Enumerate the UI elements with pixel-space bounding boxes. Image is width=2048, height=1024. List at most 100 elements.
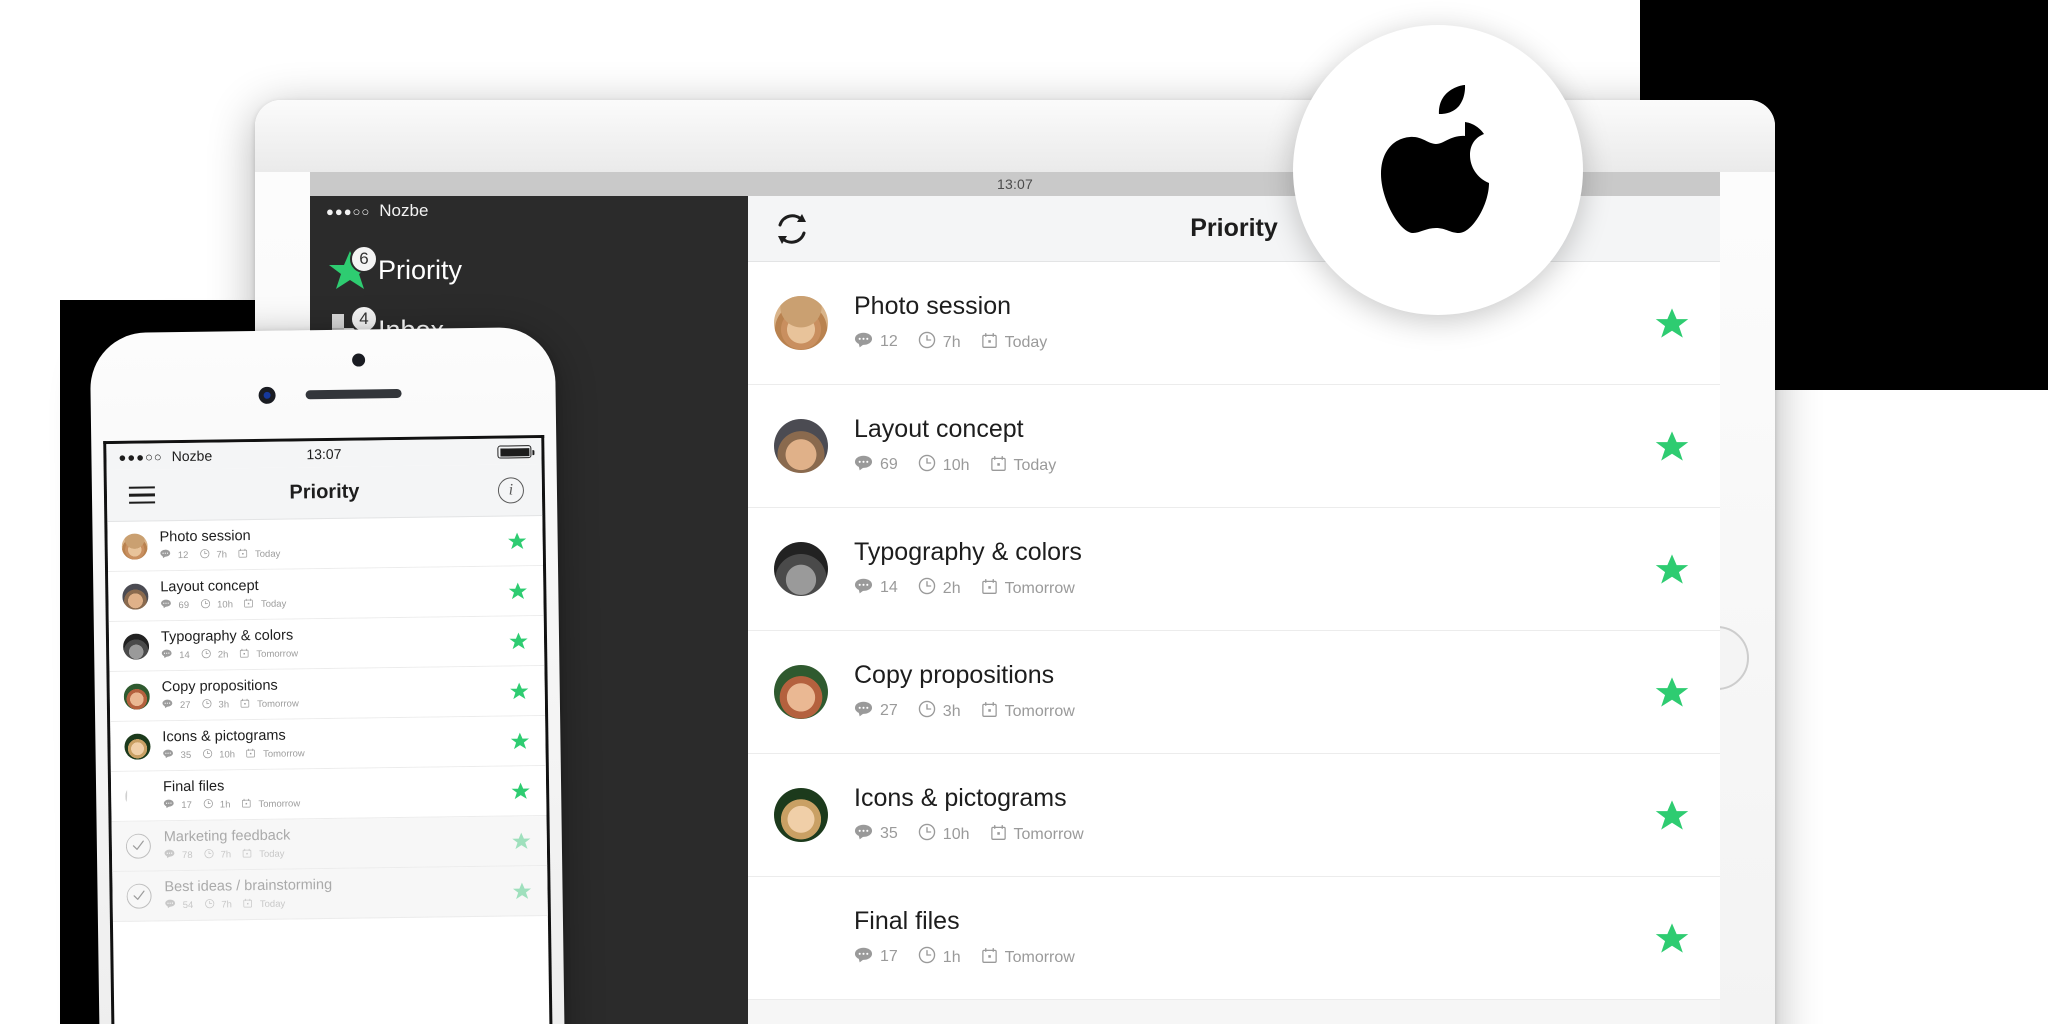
star-toggle[interactable] bbox=[1650, 798, 1694, 832]
task-name: Typography & colors bbox=[854, 538, 1082, 566]
time-estimate: 7h bbox=[221, 899, 232, 911]
list-item[interactable]: Layout concept 69 10h Today bbox=[108, 565, 544, 623]
time-estimate: 1h bbox=[942, 948, 961, 966]
tablet-sidebar-statusbar: ●●●○○ Nozbe bbox=[310, 196, 748, 226]
avatar bbox=[123, 682, 150, 710]
task-meta: 27 3h Tomorrow bbox=[162, 694, 507, 712]
list-item[interactable]: Typography & colors 14 2h Tomorrow bbox=[108, 615, 545, 673]
task-meta: 27 3h Tomorrow bbox=[854, 700, 1650, 723]
task-name: Final files bbox=[162, 778, 225, 796]
due-date: Today bbox=[259, 848, 285, 860]
clock-icon bbox=[199, 549, 209, 562]
calendar-icon bbox=[981, 332, 998, 354]
task-name: Marketing feedback bbox=[163, 827, 291, 846]
comment-icon bbox=[854, 947, 873, 968]
comment-count: 54 bbox=[182, 899, 194, 912]
calendar-icon bbox=[239, 648, 249, 661]
table-row[interactable]: Icons & pictograms 35 10h Tomorrow bbox=[748, 754, 1720, 877]
list-item[interactable]: Final files 17 1h Tomorrow bbox=[110, 765, 547, 823]
calendar-icon bbox=[981, 578, 998, 600]
clock-icon bbox=[202, 749, 212, 762]
apple-logo-icon bbox=[1363, 78, 1513, 263]
task-checkbox-completed[interactable] bbox=[125, 832, 152, 859]
star-toggle[interactable] bbox=[508, 781, 532, 800]
table-row[interactable]: Marketing feedback787hToday bbox=[748, 1000, 1720, 1024]
phone-status-time: 13:07 bbox=[306, 445, 342, 463]
table-row[interactable]: Typography & colors 14 2h Tomorrow bbox=[748, 508, 1720, 631]
phone-device: ●●●○○ Nozbe 13:07 Priority i Photo sessi… bbox=[89, 326, 566, 1024]
star-toggle[interactable] bbox=[505, 531, 529, 550]
task-checkbox[interactable] bbox=[125, 782, 151, 809]
task-checkbox[interactable] bbox=[774, 911, 828, 965]
star-toggle[interactable] bbox=[1650, 921, 1694, 955]
avatar bbox=[774, 665, 828, 719]
star-toggle[interactable] bbox=[1650, 675, 1694, 709]
table-row[interactable]: Copy propositions 27 3h Tomorrow bbox=[748, 631, 1720, 754]
task-checkbox-completed[interactable] bbox=[126, 882, 152, 909]
avatar bbox=[122, 632, 150, 660]
due-date: Tomorrow bbox=[1004, 579, 1075, 597]
avatar bbox=[774, 296, 828, 350]
comment-icon bbox=[160, 550, 171, 562]
clock-icon bbox=[918, 331, 936, 354]
comment-count: 14 bbox=[880, 579, 898, 597]
calendar-icon bbox=[241, 798, 251, 811]
list-item[interactable]: Marketing feedback 78 7h Today bbox=[111, 815, 548, 873]
time-estimate: 3h bbox=[942, 702, 961, 720]
list-item[interactable]: Icons & pictograms 35 10h Tomorrow bbox=[110, 715, 546, 773]
task-name: Icons & pictograms bbox=[854, 784, 1067, 812]
calendar-icon bbox=[243, 898, 253, 911]
star-toggle[interactable] bbox=[506, 631, 530, 650]
due-date: Tomorrow bbox=[256, 648, 299, 660]
star-toggle[interactable] bbox=[509, 881, 533, 900]
time-estimate: 2h bbox=[942, 579, 961, 597]
comment-icon bbox=[854, 455, 873, 476]
task-name: Final files bbox=[854, 907, 960, 935]
comment-icon bbox=[165, 900, 176, 912]
tablet-task-list: Photo session 12 7h Today Layout concept 69 10… bbox=[748, 262, 1720, 1024]
info-icon[interactable]: i bbox=[497, 476, 525, 504]
task-meta: 14 2h Tomorrow bbox=[854, 577, 1650, 600]
calendar-icon bbox=[240, 698, 250, 711]
table-row[interactable]: Final files 17 1h Tomorrow bbox=[748, 877, 1720, 1000]
list-item[interactable]: Copy propositions 27 3h Tomorrow bbox=[109, 665, 546, 723]
star-toggle[interactable] bbox=[1650, 429, 1694, 463]
time-estimate: 2h bbox=[217, 649, 229, 661]
clock-icon bbox=[203, 849, 214, 862]
star-toggle[interactable] bbox=[505, 581, 529, 600]
phone-task-list: Photo session 12 7h Today Layout concept 69 10… bbox=[107, 515, 548, 923]
comment-count: 78 bbox=[181, 849, 193, 862]
calendar-icon bbox=[238, 548, 248, 561]
table-row[interactable]: Layout concept 69 10h Today bbox=[748, 385, 1720, 508]
comment-count: 35 bbox=[880, 825, 898, 843]
carrier-label: Nozbe bbox=[379, 201, 429, 220]
star-toggle[interactable] bbox=[507, 731, 531, 750]
due-date: Tomorrow bbox=[258, 798, 301, 810]
task-meta: 78 7h Today bbox=[164, 844, 509, 862]
comment-count: 14 bbox=[179, 649, 190, 662]
calendar-icon bbox=[246, 748, 256, 761]
clock-icon bbox=[918, 454, 936, 477]
comment-icon bbox=[164, 850, 175, 862]
list-item[interactable]: Photo session 12 7h Today bbox=[107, 515, 544, 573]
star-toggle[interactable] bbox=[507, 681, 531, 700]
table-row[interactable]: Photo session 12 7h Today bbox=[748, 262, 1720, 385]
list-item[interactable]: Best ideas / brainstorming 54 7h Today bbox=[112, 865, 548, 923]
star-toggle[interactable] bbox=[509, 831, 533, 850]
task-meta: 12 7h Today bbox=[160, 545, 505, 563]
star-toggle[interactable] bbox=[1650, 306, 1694, 340]
time-estimate: 1h bbox=[219, 799, 231, 811]
comment-icon bbox=[854, 701, 873, 722]
due-date: Today bbox=[1013, 456, 1057, 474]
star-toggle[interactable] bbox=[1650, 552, 1694, 586]
due-date: Today bbox=[259, 898, 286, 910]
sidebar-item-priority[interactable]: 6 Priority bbox=[310, 240, 748, 300]
phone-speaker bbox=[305, 388, 402, 400]
avatar bbox=[121, 532, 148, 560]
phone-screen: ●●●○○ Nozbe 13:07 Priority i Photo sessi… bbox=[103, 434, 554, 1024]
task-name: Best ideas / brainstorming bbox=[164, 876, 333, 896]
task-name: Photo session bbox=[854, 292, 1012, 320]
comment-count: 12 bbox=[880, 333, 898, 351]
calendar-icon bbox=[990, 455, 1007, 477]
clock-icon bbox=[918, 823, 936, 846]
